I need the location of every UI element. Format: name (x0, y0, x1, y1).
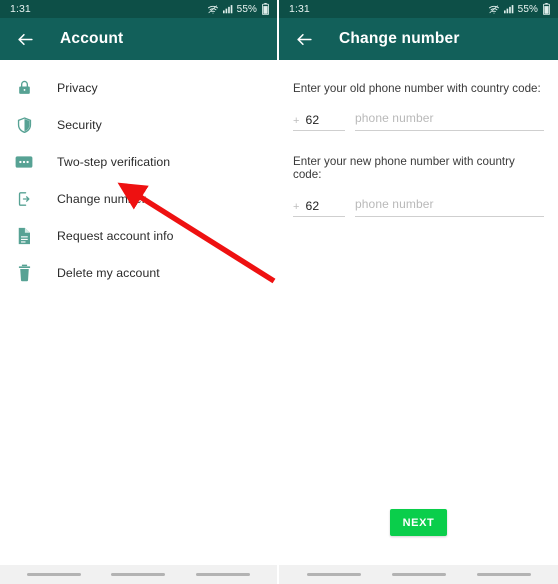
shield-icon (13, 114, 35, 136)
old-country-code-value: 62 (305, 113, 320, 127)
settings-list: Privacy Security Two-step verification C… (0, 60, 277, 291)
status-icons: 55% (207, 3, 269, 16)
battery-percent: 55% (517, 3, 538, 15)
status-time: 1:31 (289, 3, 310, 15)
new-country-code-field[interactable]: + 62 (293, 199, 345, 217)
status-bar-right: 1:31 55% (279, 0, 558, 18)
status-icons: 55% (488, 3, 550, 16)
sidebar-item-label: Privacy (57, 80, 98, 95)
signal-icon (503, 4, 514, 14)
trash-icon (13, 262, 35, 284)
wifi-icon (207, 4, 219, 15)
sidebar-item-two-step-verification[interactable]: Two-step verification (0, 143, 277, 180)
old-phone-number-field[interactable]: phone number (355, 109, 544, 131)
dots-box-icon (13, 151, 35, 173)
back-arrow-icon[interactable] (293, 28, 315, 50)
wifi-icon (488, 4, 500, 15)
sidebar-item-request-account-info[interactable]: Request account info (0, 217, 277, 254)
new-phone-placeholder: phone number (355, 197, 434, 211)
bottom-nav-right (279, 565, 558, 584)
account-settings-screen: 1:31 55% Account Privacy Security Two-st… (0, 0, 277, 584)
nav-pill-home[interactable] (391, 573, 446, 576)
plus-sign: + (293, 115, 300, 127)
sidebar-item-label: Delete my account (57, 265, 160, 280)
old-number-label: Enter your old phone number with country… (293, 82, 541, 95)
sidebar-item-label: Request account info (57, 228, 174, 243)
page-title: Account (60, 30, 124, 47)
status-bar-left: 1:31 55% (0, 0, 277, 18)
old-country-code-field[interactable]: + 62 (293, 113, 345, 131)
next-button[interactable]: NEXT (389, 509, 448, 536)
nav-pill-back[interactable] (306, 573, 361, 576)
new-number-label: Enter your new phone number with country… (293, 155, 515, 181)
back-arrow-icon[interactable] (14, 28, 36, 50)
signal-icon (222, 4, 233, 14)
change-number-screen: 1:31 55% Change number Enter your old ph… (279, 0, 558, 584)
app-bar-change-number: Change number (279, 18, 558, 60)
battery-percent: 55% (236, 3, 257, 15)
change-number-icon (13, 188, 35, 210)
nav-pill-home[interactable] (111, 573, 166, 576)
lock-icon (13, 77, 35, 99)
new-phone-number-field[interactable]: phone number (355, 195, 544, 217)
app-bar-account: Account (0, 18, 277, 60)
sidebar-item-label: Two-step verification (57, 154, 171, 169)
plus-sign: + (293, 201, 300, 213)
document-icon (13, 225, 35, 247)
nav-pill-recents[interactable] (476, 573, 531, 576)
page-title: Change number (339, 30, 460, 47)
sidebar-item-change-number[interactable]: Change number (0, 180, 277, 217)
bottom-nav-left (0, 565, 277, 584)
nav-pill-recents[interactable] (195, 573, 250, 576)
sidebar-item-security[interactable]: Security (0, 106, 277, 143)
nav-pill-back[interactable] (27, 573, 82, 576)
battery-icon (262, 3, 269, 16)
sidebar-item-delete-my-account[interactable]: Delete my account (0, 254, 277, 291)
dual-screenshot: 1:31 55% Account Privacy Security Two-st… (0, 0, 558, 584)
sidebar-item-privacy[interactable]: Privacy (0, 69, 277, 106)
new-country-code-value: 62 (305, 199, 320, 213)
battery-icon (543, 3, 550, 16)
status-time: 1:31 (10, 3, 31, 15)
next-button-container: NEXT (279, 509, 558, 536)
old-number-row: + 62 phone number (293, 109, 544, 131)
old-phone-placeholder: phone number (355, 111, 434, 125)
change-number-form: Enter your old phone number with country… (279, 60, 558, 217)
new-number-row: + 62 phone number (293, 195, 544, 217)
sidebar-item-label: Security (57, 117, 102, 132)
sidebar-item-label: Change number (57, 191, 146, 206)
